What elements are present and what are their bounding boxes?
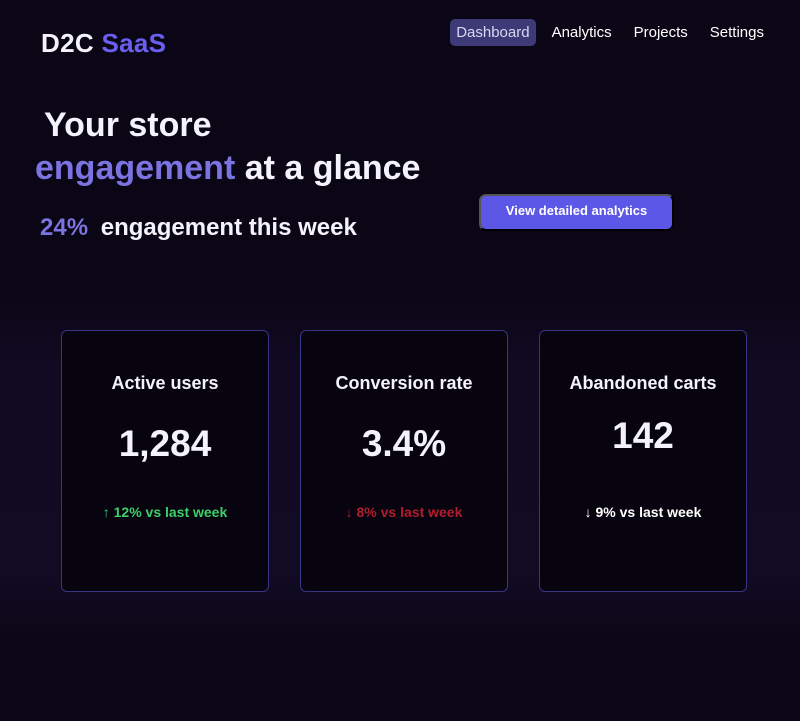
brand-accent: SaaS: [101, 28, 167, 58]
brand-logo[interactable]: D2C SaaS: [41, 28, 166, 59]
nav-item-settings[interactable]: Settings: [704, 19, 770, 46]
metric-card-active-users: Active users 1,284 ↑ 12% vs last week: [61, 330, 269, 592]
hero-title-line1: Your store: [44, 106, 212, 144]
metric-label: Abandoned carts: [569, 373, 717, 393]
hero-title-line2: engagement at a glance: [35, 147, 420, 190]
hero-title: Your store engagement at a glance: [35, 104, 420, 190]
metric-label: Conversion rate: [335, 373, 473, 393]
main-nav: Dashboard Analytics Projects Settings: [440, 19, 770, 46]
engagement-value: 24%: [40, 214, 89, 241]
metric-value: 142: [612, 415, 674, 456]
metric-value: 1,284: [118, 423, 212, 464]
nav-item-projects[interactable]: Projects: [628, 19, 694, 46]
metric-label: Active users: [111, 373, 219, 393]
metric-card-abandoned-carts: Abandoned carts 142 ↓ 9% vs last week: [539, 330, 747, 592]
metric-value: 3.4%: [361, 423, 447, 464]
metric-card-conversion-rate: Conversion rate 3.4% ↓ 8% vs last week: [300, 330, 508, 592]
hero-title-accent: engagement: [35, 149, 236, 187]
engagement-text: engagement this week: [100, 214, 357, 241]
nav-item-analytics[interactable]: Analytics: [546, 19, 618, 46]
nav-item-dashboard[interactable]: Dashboard: [450, 19, 536, 46]
metric-delta: ↓ 8% vs last week: [345, 504, 463, 520]
metric-delta: ↑ 12% vs last week: [102, 504, 228, 520]
metric-delta: ↓ 9% vs last week: [584, 504, 702, 520]
view-analytics-button[interactable]: View detailed analytics: [479, 194, 674, 231]
hero-title-rest: at a glance: [244, 149, 421, 187]
engagement-summary: 24% engagement this week: [40, 214, 357, 242]
brand-name: D2C: [41, 28, 94, 58]
